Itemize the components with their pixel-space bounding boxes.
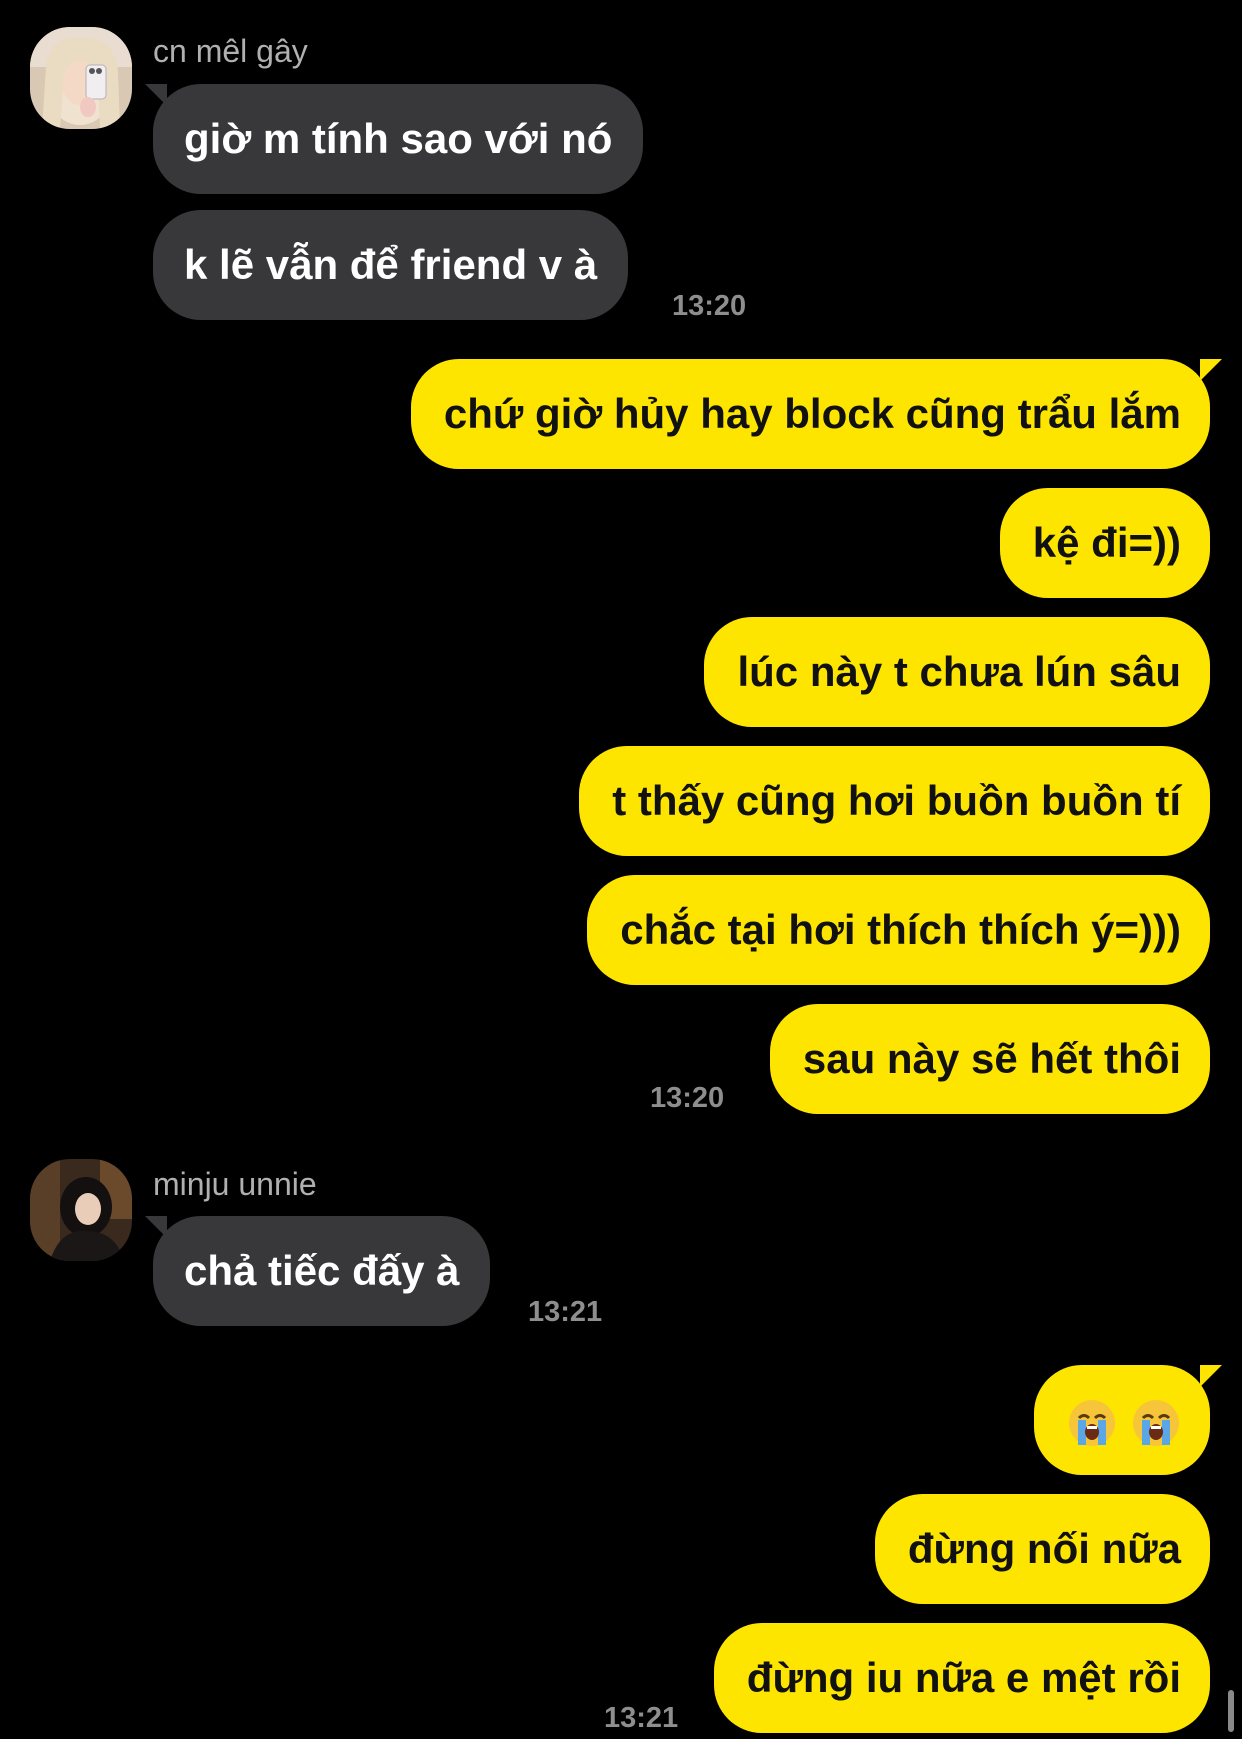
message-bubble-emoji[interactable] [1034,1365,1210,1475]
avatar-minju-unnie[interactable] [30,1159,132,1261]
message-bubble-outgoing[interactable]: kệ đi=)) [999,488,1210,598]
message-timestamp: 13:20 [650,1082,725,1114]
message-bubble-outgoing[interactable]: đừng iu nữa e mệt rồi [713,1623,1210,1733]
loudly-crying-face-icon [1069,1399,1115,1446]
avatar-blonde-selfie-icon [30,27,132,129]
message-bubble-incoming[interactable]: chả tiếc đấy à [153,1216,491,1326]
message-bubble-outgoing[interactable]: chứ giờ hủy hay block cũng trẩu lắm [410,359,1210,469]
sender-name: minju unnie [153,1166,317,1202]
bubble-tail [1200,1365,1222,1387]
message-bubble-outgoing[interactable]: sau này sẽ hết thôi [769,1004,1210,1114]
avatar-cn-mel-gay[interactable] [30,27,132,129]
emoji-row [1067,1398,1181,1448]
scrollbar-thumb[interactable] [1228,1690,1234,1732]
bubble-tail [1200,359,1222,381]
message-bubble-outgoing[interactable]: đừng nối nữa [874,1494,1210,1604]
loudly-crying-face-icon [1133,1399,1179,1446]
message-bubble-incoming[interactable]: giờ m tính sao với nó [153,84,644,194]
message-timestamp: 13:21 [604,1702,679,1734]
avatar-dark-hair-icon [30,1159,132,1261]
message-bubble-outgoing[interactable]: t thấy cũng hơi buồn buồn tí [579,746,1210,856]
message-timestamp: 13:21 [528,1296,603,1328]
sender-name: cn mêl gây [153,33,308,69]
message-bubble-outgoing[interactable]: chắc tại hơi thích thích ý=))) [587,875,1210,985]
message-bubble-outgoing[interactable]: lúc này t chưa lún sâu [704,617,1210,727]
message-bubble-incoming[interactable]: k lẽ vẫn để friend v à [153,210,629,320]
message-timestamp: 13:20 [672,290,747,322]
